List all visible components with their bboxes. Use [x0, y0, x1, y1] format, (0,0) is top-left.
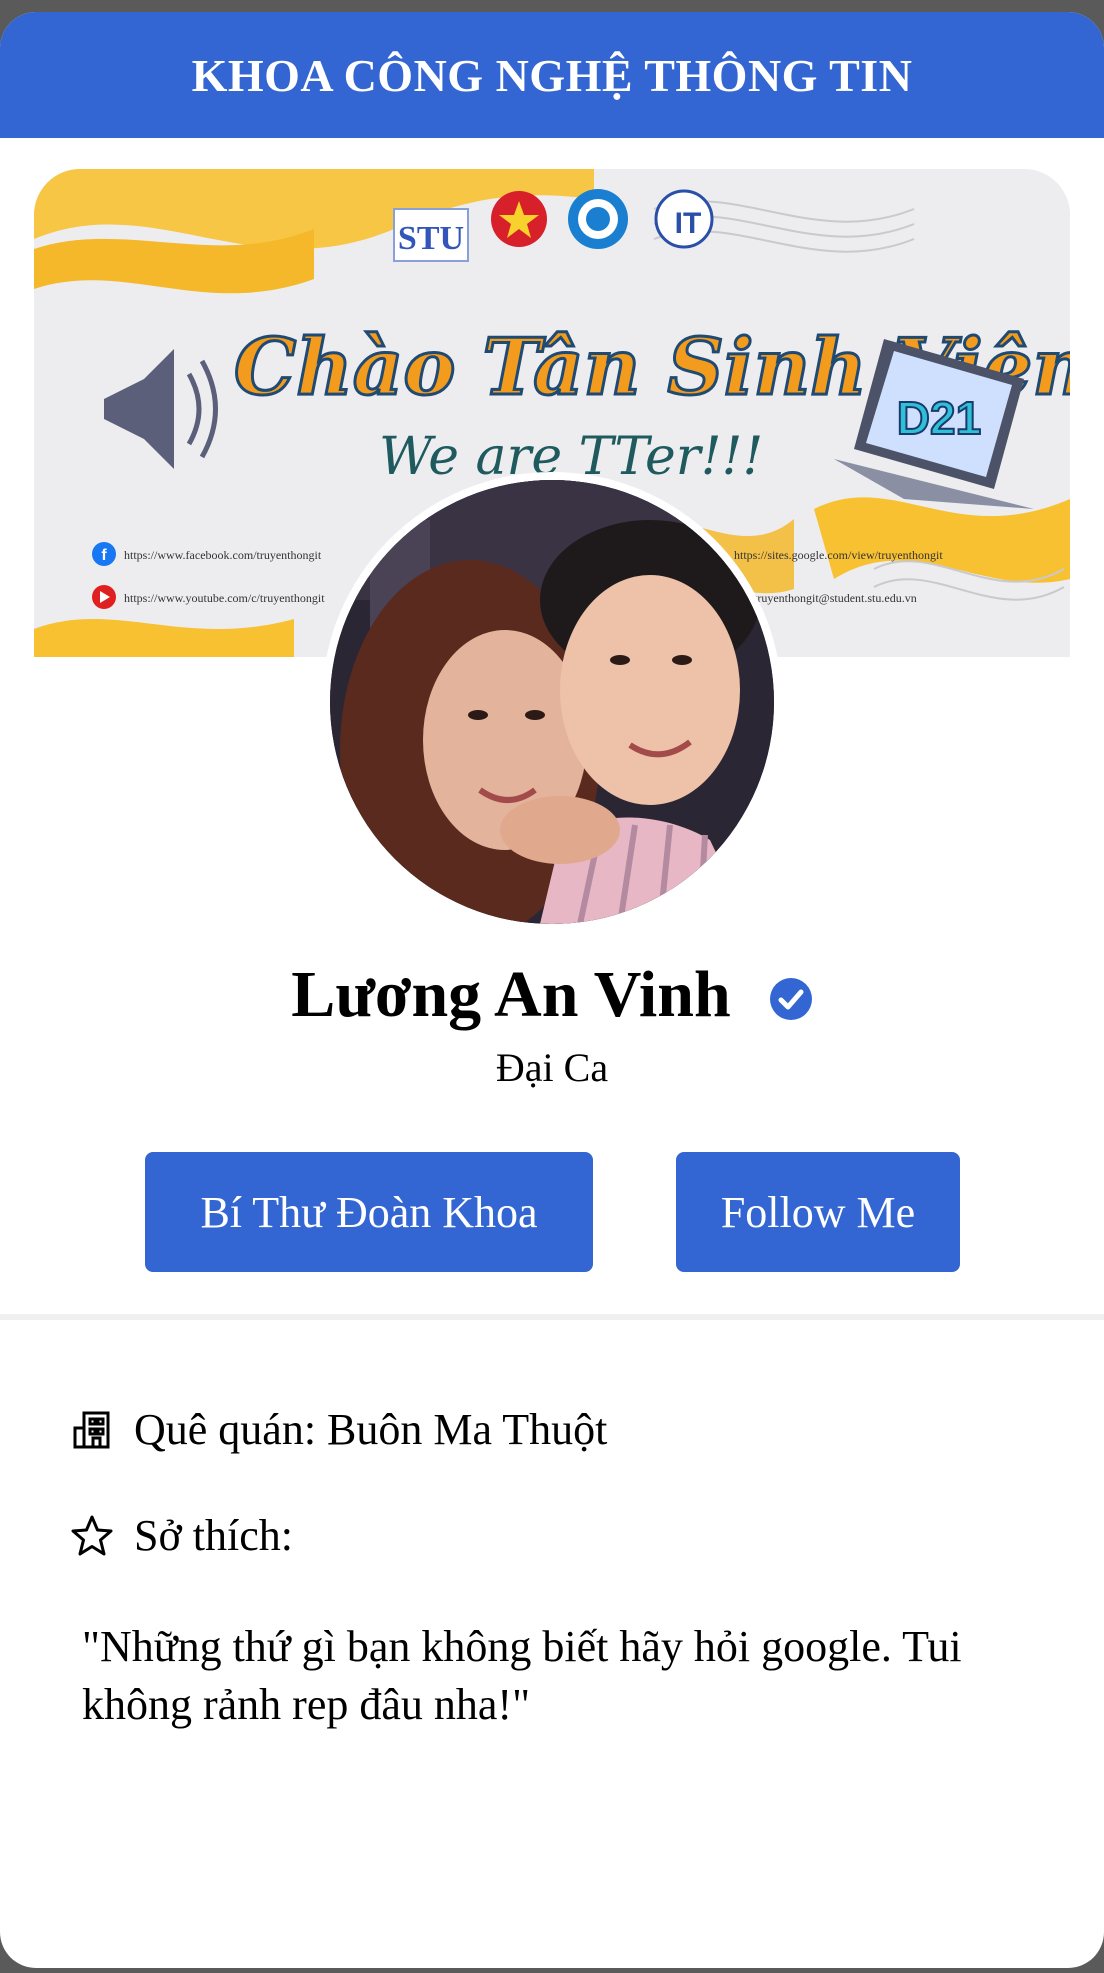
- youtube-link-text: https://www.youtube.com/c/truyenthongit: [124, 591, 325, 605]
- sites-link[interactable]: https://sites.google.com/view/truyenthon…: [734, 548, 943, 562]
- avatar[interactable]: [330, 480, 774, 924]
- sites-link-text: https://sites.google.com/view/truyenthon…: [734, 548, 943, 562]
- hometown-row: Quê quán: Buôn Ma Thuột: [70, 1404, 607, 1455]
- section-divider: [0, 1314, 1104, 1320]
- profile-name: Lương An Vinh: [291, 958, 731, 1031]
- email-link[interactable]: truyenthongit@student.stu.edu.vn: [754, 591, 917, 605]
- facebook-link-text: https://www.facebook.com/truyenthongit: [124, 548, 322, 562]
- youth-union-logo: [491, 191, 547, 247]
- svg-text:IT: IT: [675, 207, 702, 240]
- hobby-text: Sở thích:: [134, 1511, 293, 1560]
- svg-text:STU: STU: [398, 220, 464, 257]
- building-icon: [73, 1411, 110, 1448]
- profile-role: Đại Ca: [495, 1045, 609, 1090]
- hobby-row: Sở thích:: [70, 1510, 293, 1561]
- quote-text: "Những thứ gì bạn không biết hãy hỏi goo…: [82, 1622, 962, 1729]
- star-icon: [71, 1515, 113, 1555]
- follow-button[interactable]: Follow Me: [676, 1152, 960, 1272]
- it-logo: IT: [654, 189, 714, 249]
- student-union-logo: [568, 189, 628, 249]
- verified-check-icon: [769, 978, 812, 1020]
- svg-text:f: f: [101, 547, 107, 564]
- name-row: Lương An Vinh: [0, 957, 1104, 1033]
- page-header: KHOA CÔNG NGHỆ THÔNG TIN: [0, 12, 1104, 138]
- stu-logo: STU: [393, 208, 469, 262]
- avatar-photo: [330, 480, 774, 924]
- header-title: KHOA CÔNG NGHỆ THÔNG TIN: [191, 49, 913, 101]
- email-link-text: truyenthongit@student.stu.edu.vn: [754, 591, 917, 605]
- profile-card: KHOA CÔNG NGHỆ THÔNG TIN STU IT Chào Tân…: [0, 12, 1104, 1968]
- banner-badge: D21: [897, 392, 981, 444]
- position-button[interactable]: Bí Thư Đoàn Khoa: [145, 1152, 593, 1272]
- hometown-text: Quê quán: Buôn Ma Thuột: [134, 1405, 608, 1454]
